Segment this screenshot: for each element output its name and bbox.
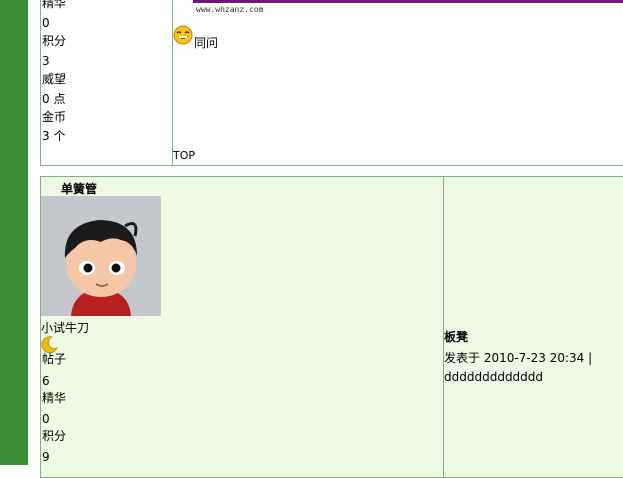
laughing-face-icon (173, 25, 193, 45)
author-rank: 小试牛刀 (41, 321, 90, 335)
stat-label-jinbi: 金币 (42, 110, 67, 124)
post-1: 精华 0 积分 3 威望 0 点 金币 3 个 www.whzanz.com 同… (40, 0, 623, 166)
stat-value-weiwang: 0 点 (42, 92, 66, 106)
avatar[interactable] (41, 196, 161, 316)
stat-label-jifen: 积分 (42, 34, 67, 48)
post-2: 单簧管 小试牛刀 帖子 6 精华 0 积分 9 板凳 发表于 2010-7-23… (40, 176, 623, 478)
post-meta: 发表于 2010-7-23 20:34 | (444, 351, 593, 365)
watermark-text: www.whzanz.com (196, 5, 264, 14)
stat-value-tiezi: 6 (42, 374, 50, 388)
column-divider (443, 177, 444, 477)
top-link[interactable]: TOP (173, 149, 195, 162)
floor-title: 板凳 (444, 330, 469, 344)
stat-value-jifen: 3 (42, 54, 50, 68)
crescent-moon-icon (41, 336, 58, 353)
stat-value-jinghua: 0 (42, 412, 50, 426)
signature-image-bar (193, 0, 623, 3)
stat-value-jifen: 9 (42, 450, 50, 464)
stat-label-weiwang: 威望 (42, 72, 67, 86)
stat-label-jinghua: 精华 (42, 0, 67, 10)
post-2-content: ddddddddddddd (444, 370, 544, 384)
cartoon-boy-avatar (41, 196, 161, 316)
left-sidebar (0, 0, 28, 465)
stat-value-jinbi: 3 个 (42, 129, 66, 143)
author-username[interactable]: 单簧管 (61, 180, 97, 197)
post-1-author-column: 精华 0 积分 3 威望 0 点 金币 3 个 (41, 0, 173, 165)
sidebar-gap (28, 0, 40, 465)
stat-value-jinghua: 0 (42, 16, 50, 30)
stat-label-jifen: 积分 (42, 429, 67, 443)
post-1-content: 同问 (194, 36, 219, 50)
stat-label-tiezi: 帖子 (42, 352, 67, 366)
stat-label-jinghua: 精华 (42, 391, 67, 405)
